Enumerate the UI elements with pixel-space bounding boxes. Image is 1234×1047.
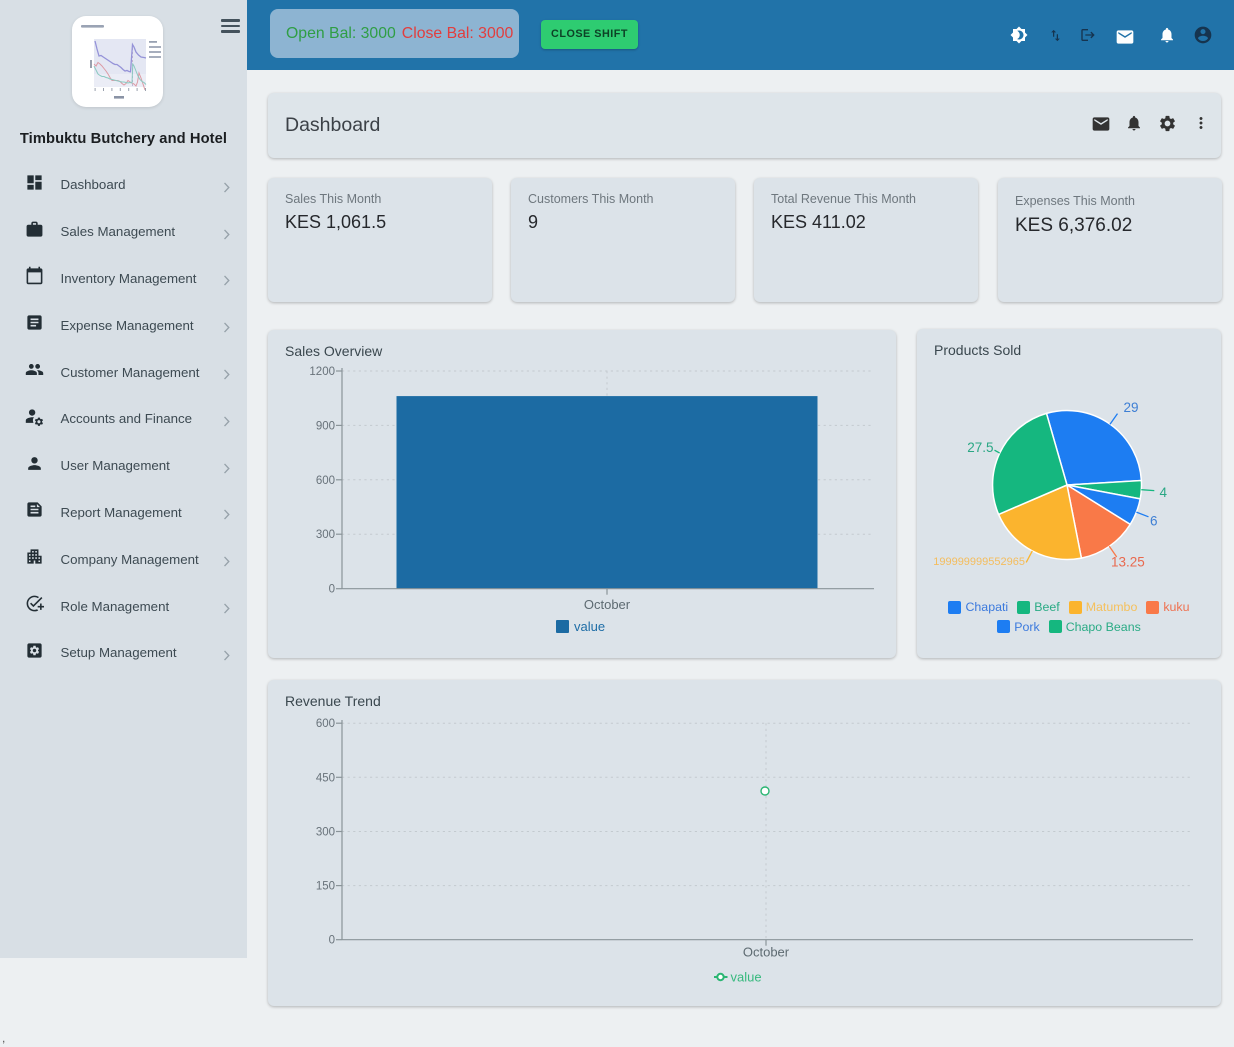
svg-text:29: 29 <box>1123 400 1138 415</box>
svg-text:600: 600 <box>316 475 335 487</box>
svg-text:300: 300 <box>316 529 335 541</box>
svg-text:October: October <box>743 945 790 960</box>
svg-text:13.25: 13.25 <box>1111 555 1145 570</box>
svg-text:6: 6 <box>1150 514 1158 529</box>
svg-text:0: 0 <box>329 584 335 596</box>
svg-text:900: 900 <box>316 420 335 432</box>
svg-text:October: October <box>584 597 631 612</box>
svg-text:22.0199999999552965: 22.0199999999552965 <box>933 556 1025 568</box>
svg-text:4: 4 <box>1160 485 1168 500</box>
svg-text:27.5: 27.5 <box>967 440 993 455</box>
svg-text:0: 0 <box>329 935 335 947</box>
svg-text:1200: 1200 <box>309 366 335 378</box>
svg-text:value: value <box>731 970 762 985</box>
svg-text:600: 600 <box>316 718 335 730</box>
svg-text:value: value <box>574 619 605 634</box>
svg-text:450: 450 <box>316 772 335 784</box>
svg-text:150: 150 <box>316 881 335 893</box>
svg-text:300: 300 <box>316 827 335 839</box>
